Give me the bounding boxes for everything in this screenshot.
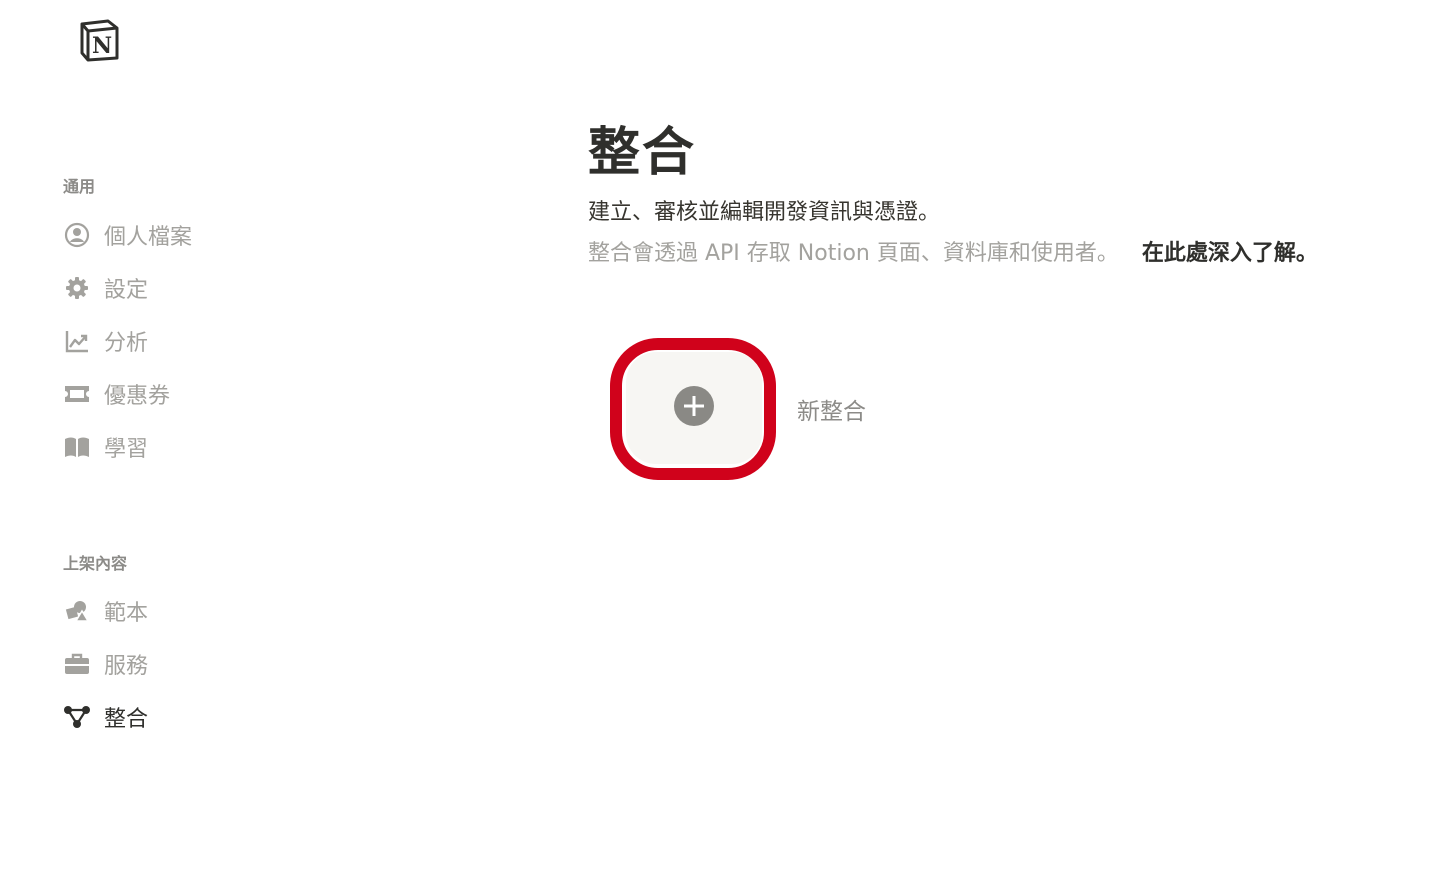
- sidebar-item-coupons[interactable]: 優惠券: [62, 376, 170, 412]
- sidebar: 通用 個人檔案 設定 分析 優惠券 學習 上架內容 範本 服務 整合: [0, 0, 420, 890]
- sidebar-item-label: 範本: [104, 601, 149, 626]
- sidebar-item-services[interactable]: 服務: [62, 646, 148, 682]
- sidebar-item-label: 優惠券: [104, 384, 171, 409]
- sidebar-item-label: 服務: [104, 654, 149, 679]
- section-label-listings: 上架內容: [63, 554, 128, 573]
- sidebar-item-settings[interactable]: 設定: [62, 270, 148, 306]
- briefcase-icon: [62, 649, 92, 679]
- page-subtitle: 建立、審核並編輯開發資訊與憑證。: [588, 200, 941, 225]
- page-description: 整合會透過 API 存取 Notion 頁面、資料庫和使用者。 在此處深入了解。: [588, 235, 1318, 267]
- ticket-icon: [62, 379, 92, 409]
- sidebar-item-label: 個人檔案: [104, 225, 193, 250]
- main-content: 整合 建立、審核並編輯開發資訊與憑證。 整合會透過 API 存取 Notion …: [588, 0, 1450, 890]
- user-circle-icon: [62, 220, 92, 250]
- sidebar-item-learning[interactable]: 學習: [62, 429, 148, 465]
- shapes-icon: [62, 596, 92, 626]
- page-title: 整合: [588, 123, 697, 183]
- new-integration-button[interactable]: [626, 352, 762, 464]
- sidebar-item-analytics[interactable]: 分析: [62, 323, 148, 359]
- sidebar-item-label: 設定: [104, 278, 149, 303]
- sidebar-item-profile[interactable]: 個人檔案: [62, 217, 192, 253]
- learn-more-link[interactable]: 在此處深入了解。: [1142, 241, 1318, 266]
- chart-line-icon: [62, 326, 92, 356]
- book-open-icon: [62, 432, 92, 462]
- plus-circle-icon: [673, 385, 715, 431]
- sidebar-item-label: 分析: [104, 331, 149, 356]
- new-integration-label[interactable]: 新整合: [797, 392, 866, 426]
- section-label-general: 通用: [63, 177, 96, 196]
- integration-nodes-icon: [62, 702, 92, 732]
- sidebar-item-integrations[interactable]: 整合: [62, 699, 148, 735]
- description-text: 整合會透過 API 存取 Notion 頁面、資料庫和使用者。: [588, 241, 1119, 266]
- sidebar-item-templates[interactable]: 範本: [62, 593, 148, 629]
- sidebar-item-label: 整合: [104, 707, 149, 732]
- sidebar-item-label: 學習: [104, 437, 149, 462]
- gear-icon: [62, 273, 92, 303]
